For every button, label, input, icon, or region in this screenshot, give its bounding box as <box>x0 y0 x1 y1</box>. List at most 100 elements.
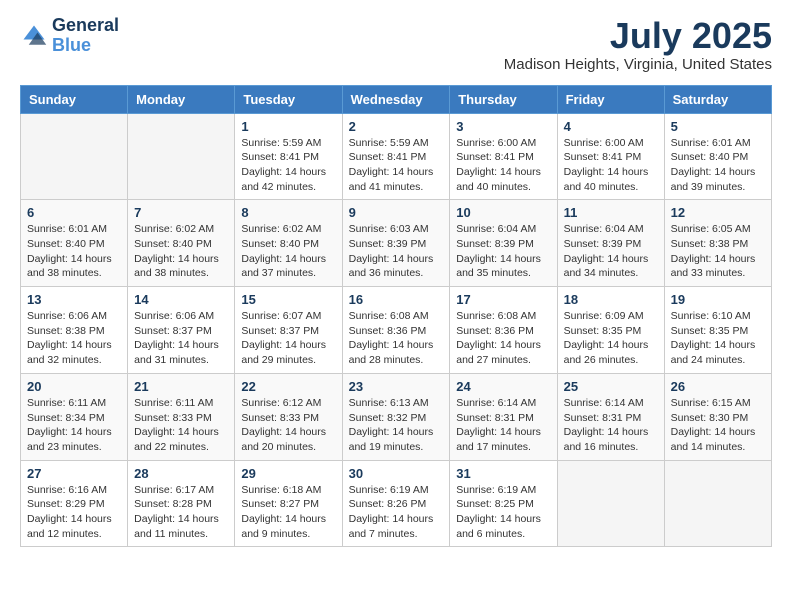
day-info: Sunrise: 6:15 AM Sunset: 8:30 PM Dayligh… <box>671 396 765 455</box>
day-info: Sunrise: 6:00 AM Sunset: 8:41 PM Dayligh… <box>456 136 550 195</box>
day-number: 21 <box>134 379 228 394</box>
day-info: Sunrise: 6:07 AM Sunset: 8:37 PM Dayligh… <box>241 309 335 368</box>
day-number: 16 <box>349 292 444 307</box>
day-info: Sunrise: 6:19 AM Sunset: 8:26 PM Dayligh… <box>349 483 444 542</box>
calendar-day-cell: 18 Sunrise: 6:09 AM Sunset: 8:35 PM Dayli… <box>557 287 664 374</box>
calendar-day-cell: 20 Sunrise: 6:11 AM Sunset: 8:34 PM Dayli… <box>21 373 128 460</box>
calendar-day-cell: 2 Sunrise: 5:59 AM Sunset: 8:41 PM Daylig… <box>342 113 450 200</box>
weekday-header: Monday <box>128 85 235 113</box>
calendar-day-cell: 29 Sunrise: 6:18 AM Sunset: 8:27 PM Dayli… <box>235 460 342 547</box>
calendar-week-row: 13Sunrise: 6:06 AM Sunset: 8:38 PM Dayli… <box>21 287 772 374</box>
weekday-header: Thursday <box>450 85 557 113</box>
day-number: 25 <box>564 379 658 394</box>
title-block: July 2025 Madison Heights, Virginia, Uni… <box>504 16 772 73</box>
calendar-day-cell: 13Sunrise: 6:06 AM Sunset: 8:38 PM Dayli… <box>21 287 128 374</box>
month-year-title: July 2025 <box>504 16 772 56</box>
day-number: 26 <box>671 379 765 394</box>
calendar-day-cell: 4 Sunrise: 6:00 AM Sunset: 8:41 PM Daylig… <box>557 113 664 200</box>
location-subtitle: Madison Heights, Virginia, United States <box>504 56 772 73</box>
day-info: Sunrise: 5:59 AM Sunset: 8:41 PM Dayligh… <box>349 136 444 195</box>
day-number: 7 <box>134 205 228 220</box>
weekday-header: Sunday <box>21 85 128 113</box>
logo-icon <box>20 22 48 50</box>
day-info: Sunrise: 6:13 AM Sunset: 8:32 PM Dayligh… <box>349 396 444 455</box>
weekday-header: Friday <box>557 85 664 113</box>
day-info: Sunrise: 6:04 AM Sunset: 8:39 PM Dayligh… <box>564 222 658 281</box>
calendar-day-cell: 6 Sunrise: 6:01 AM Sunset: 8:40 PM Daylig… <box>21 200 128 287</box>
calendar-day-cell <box>21 113 128 200</box>
calendar-day-cell <box>128 113 235 200</box>
day-number: 1 <box>241 119 335 134</box>
day-info: Sunrise: 6:03 AM Sunset: 8:39 PM Dayligh… <box>349 222 444 281</box>
day-info: Sunrise: 6:00 AM Sunset: 8:41 PM Dayligh… <box>564 136 658 195</box>
day-number: 9 <box>349 205 444 220</box>
calendar-week-row: 27Sunrise: 6:16 AM Sunset: 8:29 PM Dayli… <box>21 460 772 547</box>
calendar-day-cell: 19 Sunrise: 6:10 AM Sunset: 8:35 PM Dayli… <box>664 287 771 374</box>
weekday-header-row: SundayMondayTuesdayWednesdayThursdayFrid… <box>21 85 772 113</box>
day-number: 28 <box>134 466 228 481</box>
day-number: 8 <box>241 205 335 220</box>
calendar-day-cell: 8 Sunrise: 6:02 AM Sunset: 8:40 PM Daylig… <box>235 200 342 287</box>
day-info: Sunrise: 6:19 AM Sunset: 8:25 PM Dayligh… <box>456 483 550 542</box>
day-info: Sunrise: 6:11 AM Sunset: 8:34 PM Dayligh… <box>27 396 121 455</box>
calendar-day-cell: 31 Sunrise: 6:19 AM Sunset: 8:25 PM Dayli… <box>450 460 557 547</box>
day-number: 23 <box>349 379 444 394</box>
day-number: 6 <box>27 205 121 220</box>
calendar-day-cell: 30Sunrise: 6:19 AM Sunset: 8:26 PM Dayli… <box>342 460 450 547</box>
day-number: 20 <box>27 379 121 394</box>
day-number: 12 <box>671 205 765 220</box>
calendar-day-cell: 28 Sunrise: 6:17 AM Sunset: 8:28 PM Dayli… <box>128 460 235 547</box>
day-number: 15 <box>241 292 335 307</box>
day-info: Sunrise: 6:09 AM Sunset: 8:35 PM Dayligh… <box>564 309 658 368</box>
logo: General Blue <box>20 16 119 56</box>
day-info: Sunrise: 6:04 AM Sunset: 8:39 PM Dayligh… <box>456 222 550 281</box>
day-number: 19 <box>671 292 765 307</box>
day-info: Sunrise: 6:18 AM Sunset: 8:27 PM Dayligh… <box>241 483 335 542</box>
day-info: Sunrise: 6:17 AM Sunset: 8:28 PM Dayligh… <box>134 483 228 542</box>
weekday-header: Saturday <box>664 85 771 113</box>
day-info: Sunrise: 6:11 AM Sunset: 8:33 PM Dayligh… <box>134 396 228 455</box>
day-number: 4 <box>564 119 658 134</box>
day-info: Sunrise: 6:12 AM Sunset: 8:33 PM Dayligh… <box>241 396 335 455</box>
calendar-day-cell: 1 Sunrise: 5:59 AM Sunset: 8:41 PM Daylig… <box>235 113 342 200</box>
calendar-week-row: 1 Sunrise: 5:59 AM Sunset: 8:41 PM Daylig… <box>21 113 772 200</box>
day-number: 11 <box>564 205 658 220</box>
day-number: 5 <box>671 119 765 134</box>
calendar-day-cell: 11 Sunrise: 6:04 AM Sunset: 8:39 PM Dayli… <box>557 200 664 287</box>
calendar-week-row: 6 Sunrise: 6:01 AM Sunset: 8:40 PM Daylig… <box>21 200 772 287</box>
day-number: 29 <box>241 466 335 481</box>
day-info: Sunrise: 6:02 AM Sunset: 8:40 PM Dayligh… <box>241 222 335 281</box>
calendar-day-cell: 21 Sunrise: 6:11 AM Sunset: 8:33 PM Dayli… <box>128 373 235 460</box>
calendar-day-cell: 5 Sunrise: 6:01 AM Sunset: 8:40 PM Daylig… <box>664 113 771 200</box>
day-info: Sunrise: 6:01 AM Sunset: 8:40 PM Dayligh… <box>671 136 765 195</box>
day-info: Sunrise: 5:59 AM Sunset: 8:41 PM Dayligh… <box>241 136 335 195</box>
day-number: 2 <box>349 119 444 134</box>
calendar-day-cell: 22 Sunrise: 6:12 AM Sunset: 8:33 PM Dayli… <box>235 373 342 460</box>
day-info: Sunrise: 6:01 AM Sunset: 8:40 PM Dayligh… <box>27 222 121 281</box>
day-info: Sunrise: 6:14 AM Sunset: 8:31 PM Dayligh… <box>564 396 658 455</box>
day-number: 22 <box>241 379 335 394</box>
day-number: 31 <box>456 466 550 481</box>
day-info: Sunrise: 6:08 AM Sunset: 8:36 PM Dayligh… <box>349 309 444 368</box>
day-info: Sunrise: 6:06 AM Sunset: 8:37 PM Dayligh… <box>134 309 228 368</box>
day-number: 14 <box>134 292 228 307</box>
calendar-table: SundayMondayTuesdayWednesdayThursdayFrid… <box>20 85 772 548</box>
calendar-day-cell: 24Sunrise: 6:14 AM Sunset: 8:31 PM Dayli… <box>450 373 557 460</box>
day-info: Sunrise: 6:08 AM Sunset: 8:36 PM Dayligh… <box>456 309 550 368</box>
day-number: 17 <box>456 292 550 307</box>
day-number: 3 <box>456 119 550 134</box>
calendar-day-cell: 17 Sunrise: 6:08 AM Sunset: 8:36 PM Dayli… <box>450 287 557 374</box>
day-number: 18 <box>564 292 658 307</box>
day-info: Sunrise: 6:05 AM Sunset: 8:38 PM Dayligh… <box>671 222 765 281</box>
calendar-day-cell: 26 Sunrise: 6:15 AM Sunset: 8:30 PM Dayli… <box>664 373 771 460</box>
calendar-day-cell: 10Sunrise: 6:04 AM Sunset: 8:39 PM Dayli… <box>450 200 557 287</box>
day-info: Sunrise: 6:10 AM Sunset: 8:35 PM Dayligh… <box>671 309 765 368</box>
calendar-day-cell: 7Sunrise: 6:02 AM Sunset: 8:40 PM Daylig… <box>128 200 235 287</box>
day-number: 13 <box>27 292 121 307</box>
weekday-header: Wednesday <box>342 85 450 113</box>
calendar-day-cell: 25 Sunrise: 6:14 AM Sunset: 8:31 PM Dayli… <box>557 373 664 460</box>
calendar-day-cell: 15 Sunrise: 6:07 AM Sunset: 8:37 PM Dayli… <box>235 287 342 374</box>
calendar-week-row: 20 Sunrise: 6:11 AM Sunset: 8:34 PM Dayli… <box>21 373 772 460</box>
calendar-day-cell <box>664 460 771 547</box>
calendar-day-cell: 27Sunrise: 6:16 AM Sunset: 8:29 PM Dayli… <box>21 460 128 547</box>
